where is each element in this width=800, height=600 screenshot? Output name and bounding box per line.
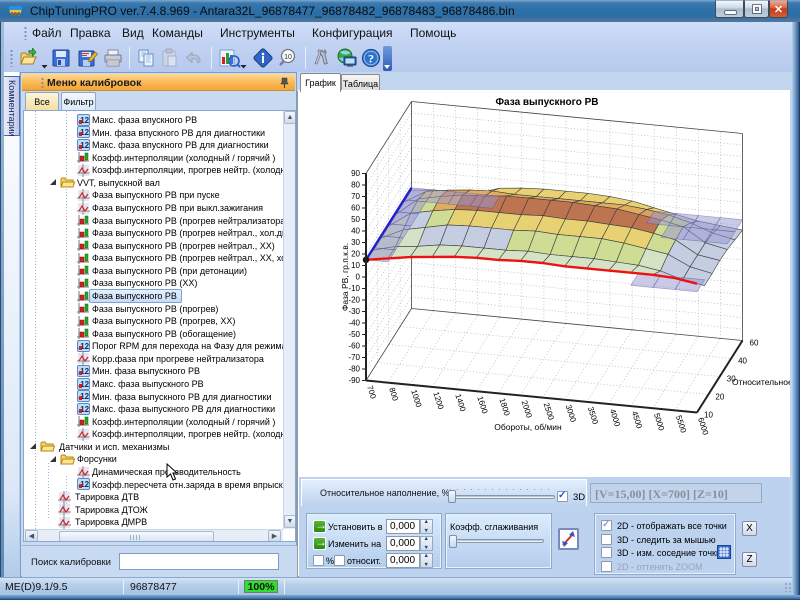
svg-text:10: 10	[284, 54, 292, 61]
svg-text:10: 10	[704, 411, 713, 420]
svg-text:-60: -60	[348, 342, 360, 351]
svg-text:40: 40	[738, 357, 747, 366]
svg-text:Фаза РВ, гр.п.к.в.: Фаза РВ, гр.п.к.в.	[340, 243, 350, 311]
svg-text:?: ?	[368, 52, 374, 66]
svg-text:Обороты, об/мин: Обороты, об/мин	[494, 422, 562, 432]
svg-text:-70: -70	[348, 353, 360, 362]
svg-text:-90: -90	[348, 376, 360, 385]
svg-text:Фаза выпускного РВ: Фаза выпускного РВ	[496, 97, 599, 108]
svg-text:0: 0	[356, 273, 361, 282]
svg-text:-40: -40	[348, 319, 360, 328]
svg-text:Относительное н: Относительное н	[732, 377, 790, 387]
svg-text:80: 80	[351, 181, 360, 190]
svg-text:30: 30	[351, 238, 360, 247]
svg-text:20: 20	[715, 393, 724, 402]
svg-text:10: 10	[351, 261, 360, 270]
svg-text:40: 40	[351, 227, 360, 236]
svg-text:-20: -20	[348, 296, 360, 305]
svg-text:-80: -80	[348, 365, 360, 374]
svg-text:50: 50	[351, 215, 360, 224]
svg-text:70: 70	[351, 192, 360, 201]
svg-text:-10: -10	[348, 284, 360, 293]
svg-text:60: 60	[351, 204, 360, 213]
svg-text:90: 90	[351, 169, 360, 178]
svg-text:-50: -50	[348, 330, 360, 339]
svg-text:20: 20	[351, 250, 360, 259]
svg-text:60: 60	[750, 339, 759, 348]
svg-text:-30: -30	[348, 307, 360, 316]
